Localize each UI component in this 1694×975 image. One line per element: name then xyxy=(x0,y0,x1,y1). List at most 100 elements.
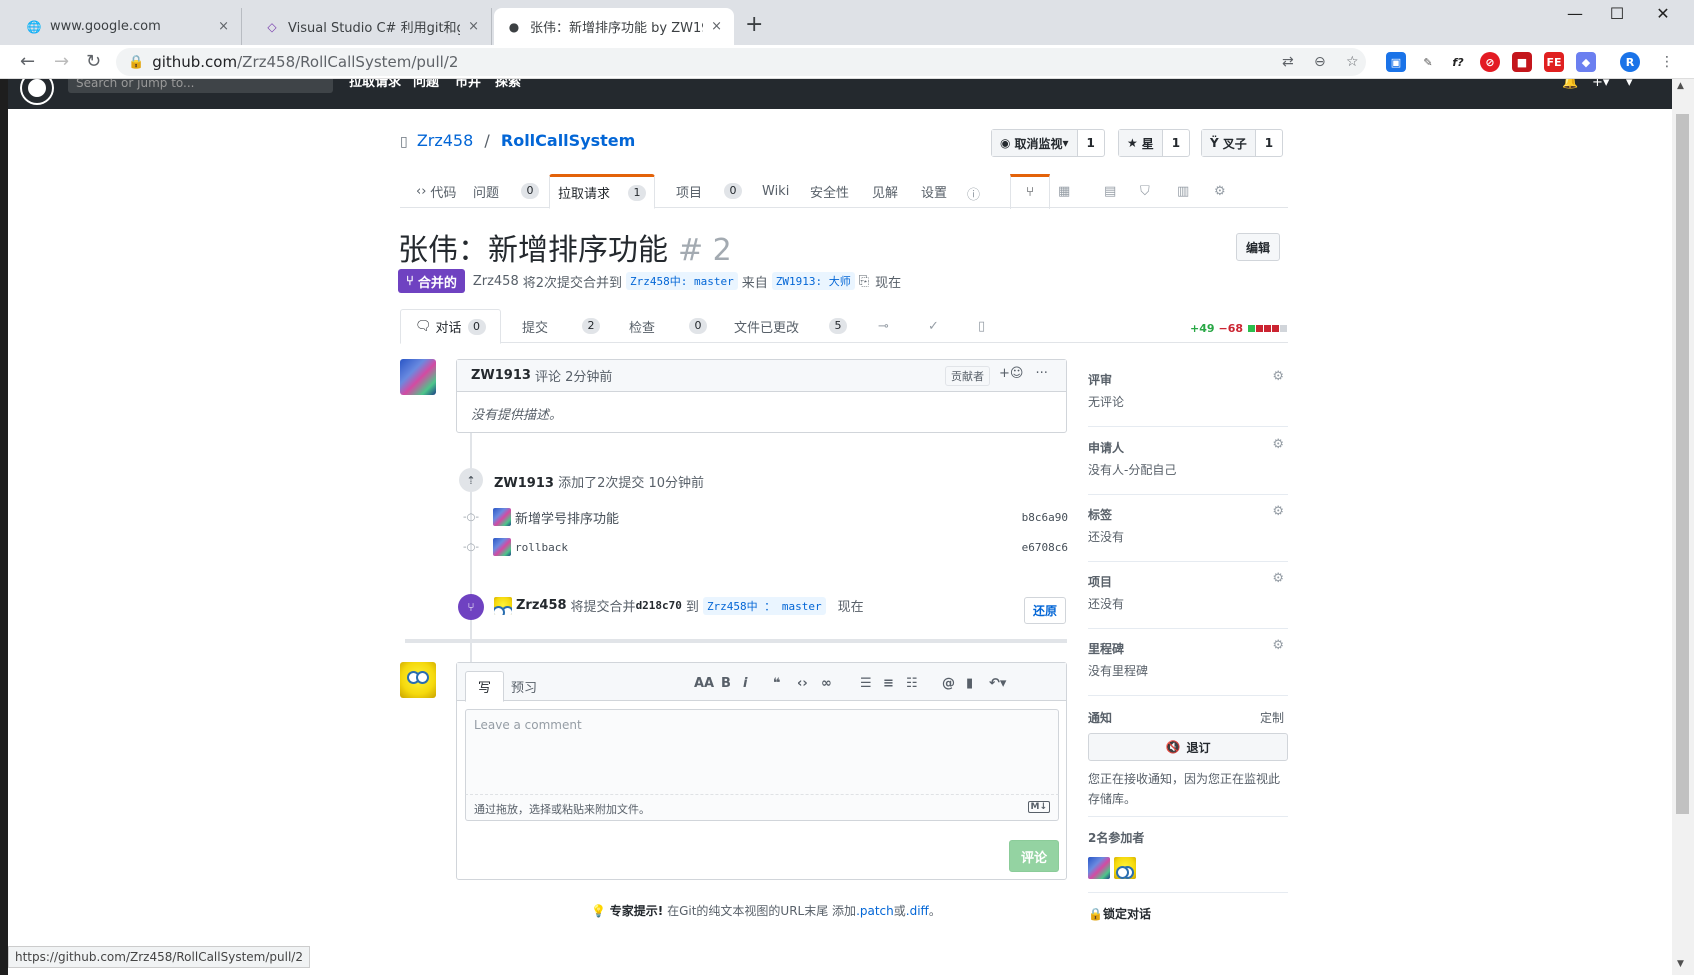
browser-tab-github[interactable]: ● 张伟：新增排序功能 by ZW1913 × xyxy=(494,8,734,45)
sidebar-value[interactable]: 没有人-分配自己 xyxy=(1088,461,1176,478)
gear-icon[interactable]: ⚙ xyxy=(1272,437,1284,452)
bookmark-star-icon[interactable]: ☆ xyxy=(1346,54,1359,70)
new-tab-button[interactable]: + xyxy=(745,12,763,37)
github-logo-icon[interactable] xyxy=(22,79,52,103)
fork-button[interactable]: Ÿ 叉子 xyxy=(1202,130,1256,156)
tab-issues[interactable]: 问题 0 xyxy=(473,174,540,208)
sidebar-reviewers[interactable]: 评审 ⚙ 无评论 xyxy=(1088,369,1288,427)
review-icon[interactable]: ✓ xyxy=(928,309,939,343)
tab-checks[interactable]: 检查 0 xyxy=(629,309,708,343)
close-icon[interactable]: × xyxy=(711,19,722,34)
link-icon[interactable]: ∞ xyxy=(821,676,832,691)
page-scrollbar[interactable]: ▲ ▼ xyxy=(1672,79,1694,975)
tab-insights[interactable]: 见解 xyxy=(872,174,898,208)
repo-name-link[interactable]: RollCallSystem xyxy=(501,131,635,150)
sidebar-labels[interactable]: 标签 ⚙ 还没有 xyxy=(1088,504,1288,562)
base-branch-ref[interactable]: Zrz458中: master xyxy=(626,272,738,290)
gear-icon[interactable]: ⚙ xyxy=(1272,571,1284,586)
plus-dropdown-icon[interactable]: +▾ xyxy=(1592,79,1609,89)
eyedropper-icon[interactable]: ✎ xyxy=(1418,52,1438,72)
avatar[interactable] xyxy=(400,662,436,698)
tab-preview[interactable]: 预习 xyxy=(499,671,549,702)
address-bar[interactable]: 🔒 github.com/Zrz458/RollCallSystem/pull/… xyxy=(116,48,1366,76)
tab-pull-requests[interactable]: 拉取请求 1 xyxy=(549,174,656,209)
tab-security[interactable]: 安全性 xyxy=(810,174,849,208)
italic-icon[interactable]: i xyxy=(743,676,747,691)
diff-link[interactable]: .diff xyxy=(906,904,929,918)
avatar[interactable] xyxy=(1114,857,1136,879)
pr-author-link[interactable]: Zrz458 xyxy=(473,274,519,289)
text-size-icon[interactable]: AA xyxy=(694,676,714,691)
watch-button[interactable]: ◉ 取消监视 ▾ xyxy=(992,130,1078,156)
revert-button[interactable]: 还原 xyxy=(1024,597,1066,624)
code-icon[interactable]: ‹› xyxy=(797,676,808,691)
forward-arrow-icon[interactable]: → xyxy=(54,51,69,72)
star-count[interactable]: 1 xyxy=(1163,130,1189,156)
tab-files-changed[interactable]: 文件已更改 5 xyxy=(734,309,848,343)
back-arrow-icon[interactable]: ← xyxy=(20,51,35,72)
extension-icon[interactable]: ▣ xyxy=(1386,52,1406,72)
pull-request-tab-icon[interactable]: ⑂ xyxy=(1010,174,1050,209)
profile-avatar[interactable]: R xyxy=(1620,52,1640,72)
bold-icon[interactable]: B xyxy=(721,676,731,691)
browser-tab-vs[interactable]: ◇ Visual Studio C# 利用git和gith × xyxy=(252,8,492,45)
header-nav-explore[interactable]: 探索 xyxy=(495,79,521,89)
gear-icon[interactable]: ⚙ xyxy=(1272,369,1284,384)
search-input[interactable]: Search or jump to... xyxy=(68,79,333,93)
block-icon[interactable]: ⊘ xyxy=(1480,52,1500,72)
minimize-icon[interactable]: — xyxy=(1560,4,1590,23)
info-icon[interactable]: ⓘ xyxy=(967,184,980,203)
tab-code[interactable]: ‹› 代码 xyxy=(416,174,456,208)
menu-dots-icon[interactable]: ⋮ xyxy=(1660,54,1674,70)
function-icon[interactable]: f? xyxy=(1448,52,1468,72)
wiki-book-icon[interactable]: ▤ xyxy=(1104,184,1116,199)
tab-wiki[interactable]: Wiki xyxy=(762,174,789,208)
gear-icon[interactable]: ⚙ xyxy=(1272,504,1284,519)
avatar[interactable] xyxy=(400,359,436,395)
commit-sha[interactable]: b8c6a90 xyxy=(1022,511,1068,524)
patch-link[interactable]: .patch xyxy=(856,904,894,918)
tab-settings[interactable]: 设置 xyxy=(921,174,947,208)
reply-icon[interactable]: ↶▾ xyxy=(989,676,1006,691)
scrollbar-thumb[interactable] xyxy=(1676,114,1689,814)
notification-bell-icon[interactable]: 🔔 xyxy=(1562,79,1578,89)
more-icon[interactable]: ··· xyxy=(1035,366,1047,381)
avatar[interactable] xyxy=(1088,857,1110,879)
quote-icon[interactable]: ❝ xyxy=(773,676,781,691)
task-list-icon[interactable]: ☷ xyxy=(906,676,918,691)
header-nav-marketplace[interactable]: 市井 xyxy=(455,79,481,89)
commit-message[interactable]: 新增学号排序功能 xyxy=(515,508,619,527)
tab-conversation[interactable]: 🗨 对话 0 xyxy=(400,309,501,344)
avatar[interactable] xyxy=(494,596,512,615)
attach-files-area[interactable]: 通过拖放，选择或粘贴来附加文件。 M↓ xyxy=(465,795,1059,821)
markdown-icon[interactable]: M↓ xyxy=(1027,801,1050,813)
sidebar-milestone[interactable]: 里程碑 ⚙ 没有里程碑 xyxy=(1088,638,1288,696)
lock-conversation-link[interactable]: 🔒锁定对话 xyxy=(1088,905,1151,922)
bullet-list-icon[interactable]: ☰ xyxy=(860,676,872,691)
zoom-icon[interactable]: ⊖ xyxy=(1314,54,1326,70)
comment-submit-button[interactable]: 评论 xyxy=(1009,840,1059,872)
unsubscribe-button[interactable]: 🔇 退订 xyxy=(1088,733,1288,761)
user-avatar-icon[interactable]: ▾ xyxy=(1626,79,1633,89)
scroll-up-icon[interactable]: ▲ xyxy=(1677,81,1684,91)
numbered-list-icon[interactable]: ≡ xyxy=(883,676,894,691)
fe-icon[interactable]: FE xyxy=(1544,52,1564,72)
comment-textarea[interactable]: Leave a comment xyxy=(465,709,1059,795)
header-nav-pulls[interactable]: 拉取请求 xyxy=(349,79,401,89)
scroll-down-icon[interactable]: ▼ xyxy=(1677,959,1684,969)
gear-icon[interactable]: ⚙ xyxy=(1272,638,1284,653)
translate-icon[interactable]: ⇄ xyxy=(1282,54,1294,70)
mention-icon[interactable]: @ xyxy=(942,676,955,691)
projects-board-icon[interactable]: ▦ xyxy=(1058,184,1070,199)
watch-count[interactable]: 1 xyxy=(1078,130,1104,156)
fork-count[interactable]: 1 xyxy=(1256,130,1282,156)
merge-author[interactable]: Zrz458 xyxy=(516,598,567,613)
avatar[interactable] xyxy=(493,538,511,556)
copy-icon[interactable]: ⎘ xyxy=(859,274,869,289)
window-close-icon[interactable]: ✕ xyxy=(1648,4,1678,23)
tab-commits[interactable]: 提交 2 xyxy=(522,309,601,343)
reload-icon[interactable]: ↻ xyxy=(86,51,101,72)
file-icon[interactable]: ▯ xyxy=(978,309,985,343)
commit-graph-icon[interactable]: ⊸ xyxy=(878,309,889,343)
commit-message[interactable]: rollback xyxy=(515,541,568,554)
